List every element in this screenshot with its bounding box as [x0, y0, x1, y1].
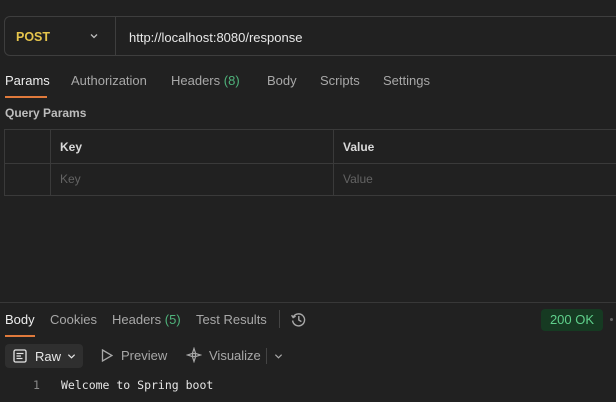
- status-badge[interactable]: 200 OK: [541, 309, 603, 331]
- tab-body[interactable]: Body: [267, 73, 297, 88]
- more-indicator: [610, 318, 613, 321]
- key-input[interactable]: Key: [60, 172, 81, 186]
- chevron-down-icon[interactable]: [274, 352, 283, 361]
- query-params-title: Query Params: [5, 106, 87, 120]
- tab-params[interactable]: Params: [5, 73, 50, 88]
- response-tab-headers[interactable]: Headers (5): [112, 312, 181, 327]
- method-selector[interactable]: POST: [5, 17, 116, 55]
- chevron-down-icon: [67, 354, 76, 359]
- response-tab-headers-label: Headers: [112, 312, 162, 327]
- tab-authorization[interactable]: Authorization: [71, 73, 147, 88]
- value-input[interactable]: Value: [343, 172, 373, 186]
- url-input[interactable]: http://localhost:8080/response: [129, 30, 302, 45]
- key-column-header: Key: [60, 140, 83, 154]
- history-icon[interactable]: [290, 311, 307, 328]
- visualize-button[interactable]: Visualize: [209, 348, 261, 363]
- line-number: 1: [33, 378, 40, 392]
- value-column-header: Value: [343, 140, 375, 154]
- format-raw-button[interactable]: Raw: [5, 344, 83, 368]
- response-divider[interactable]: [0, 302, 616, 303]
- active-response-tab-indicator: [5, 335, 35, 337]
- tab-scripts[interactable]: Scripts: [320, 73, 360, 88]
- tab-separator: [279, 310, 280, 328]
- table-row-divider: [5, 163, 616, 164]
- method-label: POST: [16, 30, 51, 44]
- tab-headers-count: (8): [223, 73, 240, 88]
- request-url-bar: POST http://localhost:8080/response: [4, 16, 616, 56]
- format-label: Raw: [35, 349, 62, 364]
- visualize-icon[interactable]: [186, 347, 202, 363]
- preview-button[interactable]: Preview: [121, 348, 167, 363]
- response-tab-headers-count: (5): [164, 312, 181, 327]
- response-tab-test-results[interactable]: Test Results: [196, 312, 267, 327]
- table-column-divider: [333, 130, 334, 195]
- query-params-table: Key Value Key Value: [4, 129, 616, 196]
- toolbar-separator: [266, 348, 267, 364]
- tab-headers[interactable]: Headers (8): [171, 73, 240, 88]
- tab-headers-label: Headers: [171, 73, 221, 88]
- response-tab-body[interactable]: Body: [5, 312, 35, 327]
- tab-settings[interactable]: Settings: [383, 73, 430, 88]
- play-icon[interactable]: [101, 349, 113, 362]
- raw-format-icon: [13, 349, 27, 363]
- response-body-text: Welcome to Spring boot: [61, 378, 214, 392]
- response-tab-cookies[interactable]: Cookies: [50, 312, 97, 327]
- table-column-divider: [50, 130, 51, 195]
- active-tab-indicator: [5, 96, 47, 98]
- chevron-down-icon: [90, 34, 98, 39]
